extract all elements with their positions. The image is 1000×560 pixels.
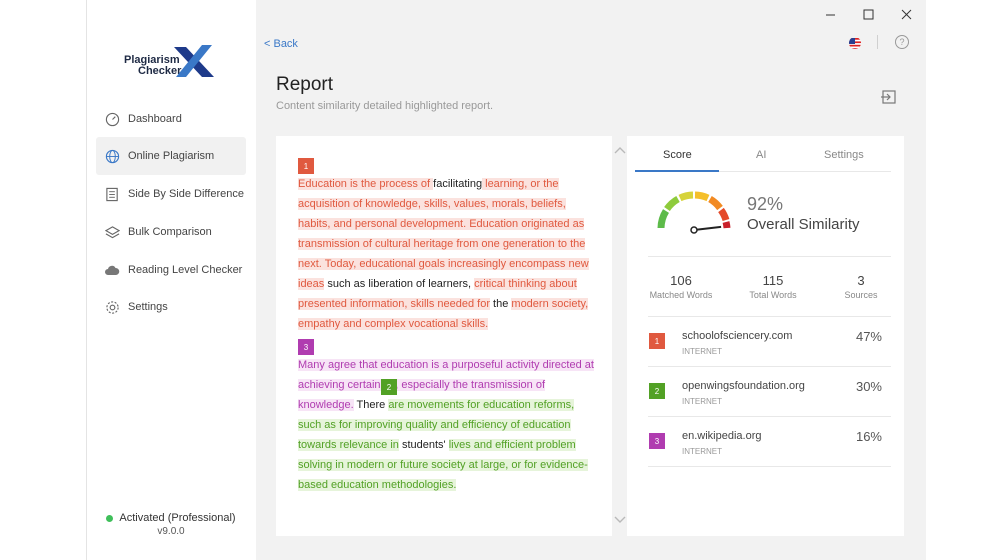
status-text: Activated (Professional) xyxy=(119,512,236,524)
source-percent: 16% xyxy=(855,429,882,444)
logo-x-icon xyxy=(174,45,214,77)
nav-side-by-side[interactable]: Side By Side Difference xyxy=(96,175,246,213)
nav-bulk-comparison[interactable]: Bulk Comparison xyxy=(96,213,246,251)
matched-words-count: 106 xyxy=(670,273,692,288)
source-name[interactable]: schoolofsciencery.com xyxy=(682,330,792,342)
nav-settings[interactable]: Settings xyxy=(96,288,246,326)
compare-icon xyxy=(104,186,120,202)
divider xyxy=(648,256,891,257)
nav-label: Online Plagiarism xyxy=(128,150,215,162)
plain-text: There xyxy=(353,399,389,411)
nav-online-plagiarism[interactable]: Online Plagiarism xyxy=(96,137,246,175)
maximize-button[interactable] xyxy=(858,4,878,24)
total-words-count: 115 xyxy=(762,273,784,288)
source-name[interactable]: openwingsfoundation.org xyxy=(682,380,805,392)
source-badge: 2 xyxy=(649,383,665,399)
export-icon[interactable] xyxy=(881,89,897,105)
sources-label: Sources xyxy=(844,290,878,300)
activation-status: Activated (Professional) xyxy=(96,512,246,524)
app-version: v9.0.0 xyxy=(157,526,185,537)
total-words-label: Total Words xyxy=(749,290,797,300)
page-subtitle: Content similarity detailed highlighted … xyxy=(276,100,494,112)
plain-text: the xyxy=(490,298,512,310)
layers-icon xyxy=(104,224,120,240)
plain-text: such as liberation of learners, xyxy=(324,278,475,290)
status-dot-icon xyxy=(106,514,114,522)
similarity-percent: 92% xyxy=(747,194,784,214)
page-title: Report xyxy=(276,74,334,95)
app-logo: Plagiarism Checker xyxy=(124,45,224,84)
globe-icon xyxy=(104,148,120,164)
divider xyxy=(648,366,891,367)
match-badge-2[interactable]: 2 xyxy=(381,379,397,395)
matched-words-label: Matched Words xyxy=(649,290,713,300)
plain-text: facilitating xyxy=(433,178,483,190)
source-percent: 30% xyxy=(855,379,882,394)
paragraph-1: Education is the process of facilitating… xyxy=(298,174,598,334)
paragraph-2: Many agree that education is a purposefu… xyxy=(298,355,598,495)
gear-icon xyxy=(104,299,120,315)
active-tab-indicator xyxy=(635,170,719,172)
nav-label: Bulk Comparison xyxy=(128,226,212,238)
divider xyxy=(648,316,891,317)
scroll-down-icon[interactable] xyxy=(614,516,626,528)
nav-reading-level[interactable]: Reading Level Checker xyxy=(96,251,246,289)
source-percent: 47% xyxy=(855,329,882,344)
divider xyxy=(648,466,891,467)
dashboard-icon xyxy=(104,111,120,127)
source-name[interactable]: en.wikipedia.org xyxy=(682,430,762,442)
match-text[interactable]: Education is the process of xyxy=(298,178,434,190)
help-icon[interactable]: ? xyxy=(895,35,909,49)
back-link[interactable]: < Back xyxy=(264,38,298,50)
close-button[interactable] xyxy=(896,4,916,24)
match-text[interactable]: learning, or the acquisition of knowledg… xyxy=(298,178,589,290)
tab-settings[interactable]: Settings xyxy=(824,149,864,161)
source-badge: 1 xyxy=(649,333,665,349)
header-divider xyxy=(877,35,878,49)
match-badge-3[interactable]: 3 xyxy=(298,339,314,355)
source-type: INTERNET xyxy=(682,347,722,356)
scroll-up-icon[interactable] xyxy=(614,146,626,158)
similarity-gauge xyxy=(657,191,731,234)
similarity-label: Overall Similarity xyxy=(747,216,860,233)
tab-divider xyxy=(719,171,891,172)
minimize-button[interactable] xyxy=(820,4,840,24)
sources-count: 3 xyxy=(857,273,865,288)
divider xyxy=(648,416,891,417)
nav-label: Side By Side Difference xyxy=(128,188,244,200)
tab-ai[interactable]: AI xyxy=(756,149,766,161)
nav-label: Reading Level Checker xyxy=(128,264,243,276)
cloud-icon xyxy=(104,262,120,278)
source-type: INTERNET xyxy=(682,447,722,456)
source-type: INTERNET xyxy=(682,397,722,406)
nav-label: Dashboard xyxy=(128,113,182,125)
plain-text: students' xyxy=(398,439,449,451)
tab-score[interactable]: Score xyxy=(663,149,692,161)
source-badge: 3 xyxy=(649,433,665,449)
nav-label: Settings xyxy=(128,301,168,313)
nav-dashboard[interactable]: Dashboard xyxy=(96,100,246,138)
right-background xyxy=(926,0,1000,560)
us-flag-icon[interactable] xyxy=(849,37,861,49)
match-badge-1[interactable]: 1 xyxy=(298,158,314,174)
